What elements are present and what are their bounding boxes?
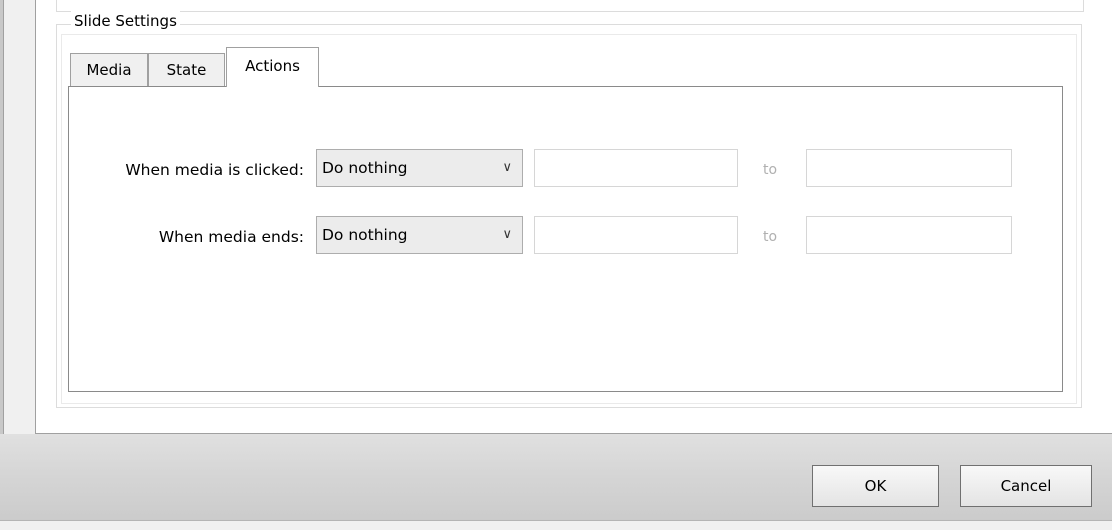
group-title: Slide Settings [71,11,180,31]
when-clicked-to-field[interactable] [806,149,1012,187]
when-clicked-selected-value: Do nothing [322,159,408,177]
ok-button[interactable]: OK [812,465,939,507]
tab-actions[interactable]: Actions [226,47,319,87]
dialog-footer [0,434,1112,530]
cancel-button[interactable]: Cancel [960,465,1092,507]
when-clicked-label: When media is clicked: [125,161,304,179]
upper-section-border [56,0,1084,12]
when-clicked-to-label: to [763,162,778,178]
tab-state[interactable]: State [148,53,225,86]
chevron-down-icon: ∨ [502,160,512,175]
footer-bottom-strip [0,520,1112,530]
when-clicked-select[interactable]: Do nothing ∨ [316,149,523,187]
when-ends-select[interactable]: Do nothing ∨ [316,216,523,254]
when-ends-to-field[interactable] [806,216,1012,254]
when-ends-selected-value: Do nothing [322,226,408,244]
when-clicked-target-field[interactable] [534,149,738,187]
when-ends-target-field[interactable] [534,216,738,254]
when-ends-label: When media ends: [158,228,304,246]
when-ends-to-label: to [763,229,778,245]
chevron-down-icon: ∨ [502,227,512,242]
tab-media[interactable]: Media [70,53,148,86]
